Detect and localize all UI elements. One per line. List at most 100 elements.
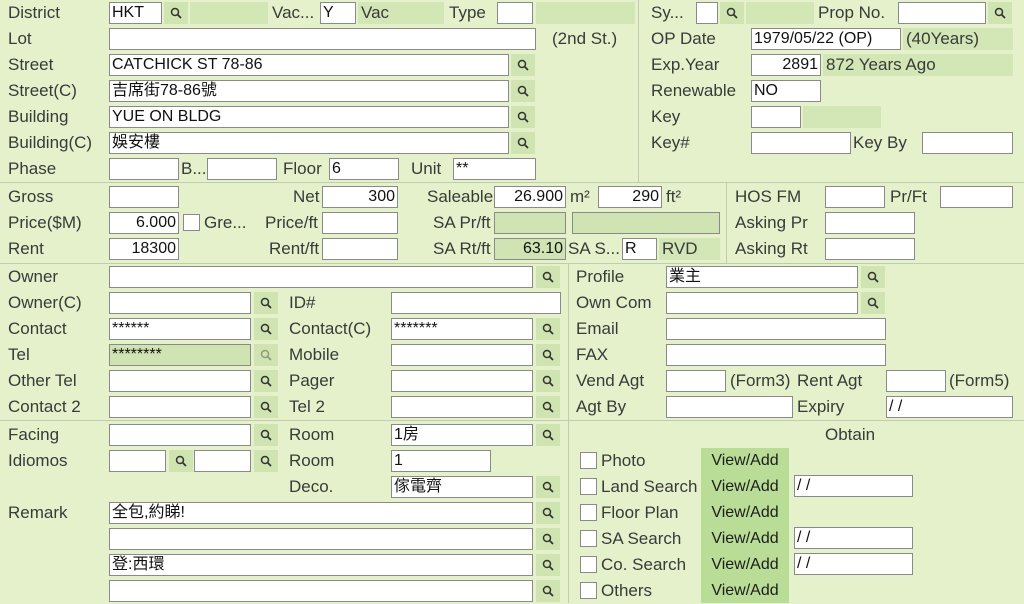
phase-field[interactable] xyxy=(109,158,179,180)
mobile-field[interactable] xyxy=(391,344,533,366)
remark-field-2[interactable] xyxy=(109,528,533,550)
remark-search-button-3[interactable] xyxy=(536,554,560,576)
building-c-search-button[interactable] xyxy=(511,132,535,154)
other-tel-search-button[interactable] xyxy=(254,370,278,392)
street-c-search-button[interactable] xyxy=(511,80,535,102)
fax-field[interactable] xyxy=(666,344,886,366)
asking-rt-field[interactable] xyxy=(825,238,915,260)
remark-field-3[interactable]: 登:西環 xyxy=(109,554,533,576)
renewable-field[interactable]: NO xyxy=(751,80,821,102)
photo-checkbox[interactable] xyxy=(580,452,597,469)
owner-c-field[interactable] xyxy=(109,292,251,314)
facing-search-button[interactable] xyxy=(254,424,278,446)
email-field[interactable] xyxy=(666,318,886,340)
pager-search-button[interactable] xyxy=(536,370,560,392)
others-checkbox[interactable] xyxy=(580,582,597,599)
gross-field[interactable] xyxy=(109,186,179,208)
other-tel-field[interactable] xyxy=(109,370,251,392)
remark-field-1[interactable]: 全包,約睇! xyxy=(109,502,533,524)
lot-field[interactable] xyxy=(109,28,536,50)
block-field[interactable] xyxy=(207,158,277,180)
land-search-checkbox[interactable] xyxy=(580,478,597,495)
key-no-field[interactable] xyxy=(751,132,851,154)
contact-field[interactable]: ****** xyxy=(109,318,251,340)
idiomos-field-1[interactable] xyxy=(109,450,166,472)
land-search-view-add-button[interactable]: View/Add xyxy=(701,474,789,500)
tel2-field[interactable] xyxy=(391,396,533,418)
sa-search-date-field[interactable]: / / xyxy=(794,527,913,549)
land-search-date-field[interactable]: / / xyxy=(794,475,913,497)
remark-search-button-1[interactable] xyxy=(536,502,560,524)
gre-checkbox[interactable] xyxy=(183,214,200,231)
profile-search-button[interactable] xyxy=(861,266,885,288)
unit-field[interactable]: ** xyxy=(453,158,536,180)
remark-search-button-4[interactable] xyxy=(536,580,560,602)
key-by-field[interactable] xyxy=(922,132,1013,154)
owner-c-search-button[interactable] xyxy=(254,292,278,314)
type-field[interactable] xyxy=(497,2,533,24)
rent-field[interactable]: 18300 xyxy=(109,238,179,260)
saleable-m2-field[interactable]: 26.900 xyxy=(494,186,566,208)
idiomos-search-button-2[interactable] xyxy=(254,450,278,472)
street-c-field[interactable]: 吉席街78-86號 xyxy=(109,80,509,102)
net-field[interactable]: 300 xyxy=(322,186,398,208)
street-search-button[interactable] xyxy=(511,54,535,76)
co-search-view-add-button[interactable]: View/Add xyxy=(701,552,789,578)
own-com-field[interactable] xyxy=(666,292,858,314)
key-field[interactable] xyxy=(751,106,801,128)
co-search-checkbox[interactable] xyxy=(580,556,597,573)
building-search-button[interactable] xyxy=(511,106,535,128)
price-field[interactable]: 6.000 xyxy=(109,212,179,234)
deco-field[interactable]: 傢電齊 xyxy=(391,476,533,498)
remark-field-4[interactable] xyxy=(109,580,533,602)
prop-no-search-button[interactable] xyxy=(988,2,1012,24)
photo-view-add-button[interactable]: View/Add xyxy=(701,448,789,474)
op-date-field[interactable]: 1979/05/22 (OP) xyxy=(751,28,901,50)
sy-field[interactable] xyxy=(696,2,718,24)
sy-search-button[interactable] xyxy=(720,2,744,24)
mobile-search-button[interactable] xyxy=(536,344,560,366)
id-no-field[interactable] xyxy=(391,292,561,314)
contact2-field[interactable] xyxy=(109,396,251,418)
floor-plan-view-add-button[interactable]: View/Add xyxy=(701,500,789,526)
co-search-date-field[interactable]: / / xyxy=(794,553,913,575)
sa-search-checkbox[interactable] xyxy=(580,530,597,547)
sa-search-view-add-button[interactable]: View/Add xyxy=(701,526,789,552)
profile-field[interactable]: 業主 xyxy=(666,266,858,288)
idiomos-search-button[interactable] xyxy=(169,450,193,472)
expiry-field[interactable]: / / xyxy=(886,396,1013,418)
contact-c-field[interactable]: ******* xyxy=(391,318,533,340)
deco-search-button[interactable] xyxy=(536,476,560,498)
district-field[interactable]: HKT xyxy=(109,2,162,24)
saleable-ft2-field[interactable]: 290 xyxy=(598,186,662,208)
contact2-search-button[interactable] xyxy=(254,396,278,418)
own-com-search-button[interactable] xyxy=(861,292,885,314)
room-field[interactable]: 1房 xyxy=(391,424,533,446)
exp-year-field[interactable]: 2891 xyxy=(751,54,821,76)
owner-field[interactable] xyxy=(109,266,533,288)
district-search-button[interactable] xyxy=(164,2,188,24)
others-view-add-button[interactable]: View/Add xyxy=(701,578,789,603)
price-ft-field[interactable] xyxy=(322,212,398,234)
room-search-button[interactable] xyxy=(536,424,560,446)
floor-field[interactable]: 6 xyxy=(329,158,399,180)
hos-fm-field[interactable] xyxy=(825,186,885,208)
vend-agt-field[interactable] xyxy=(666,370,726,392)
facing-field[interactable] xyxy=(109,424,251,446)
agt-by-field[interactable] xyxy=(666,396,793,418)
tel2-search-button[interactable] xyxy=(536,396,560,418)
vac-field[interactable]: Y xyxy=(320,2,356,24)
street-field[interactable]: CATCHICK ST 78-86 xyxy=(109,54,509,76)
contact-c-search-button[interactable] xyxy=(536,318,560,340)
pr-ft-field[interactable] xyxy=(940,186,1013,208)
pager-field[interactable] xyxy=(391,370,533,392)
contact-search-button[interactable] xyxy=(254,318,278,340)
floor-plan-checkbox[interactable] xyxy=(580,504,597,521)
asking-pr-field[interactable] xyxy=(825,212,915,234)
building-field[interactable]: YUE ON BLDG xyxy=(109,106,509,128)
prop-no-field[interactable] xyxy=(898,2,986,24)
room2-field[interactable]: 1 xyxy=(391,450,491,472)
building-c-field[interactable]: 娛安樓 xyxy=(109,132,509,154)
rent-agt-field[interactable] xyxy=(886,370,946,392)
sa-s-field[interactable]: R xyxy=(622,238,657,260)
